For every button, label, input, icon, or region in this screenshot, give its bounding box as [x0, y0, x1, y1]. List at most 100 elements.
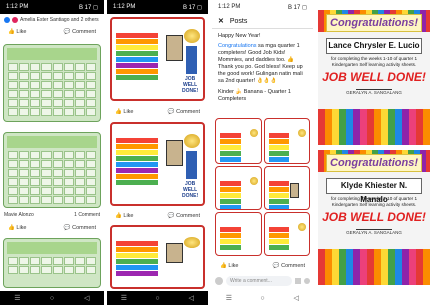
comment-button[interactable]: 💬 Comment	[273, 263, 305, 269]
post-body-text: sa mga quarter 1 completers! Good Job Ki…	[218, 43, 303, 84]
action-row: 👍 Like 💬 Comment	[0, 222, 104, 234]
comment-composer: Write a comment...	[215, 275, 310, 287]
home-icon[interactable]: ○	[150, 295, 164, 302]
camera-icon[interactable]	[215, 277, 223, 285]
status-icons: B 17 ◻	[183, 4, 202, 11]
status-bar: 1:12 PM B 17 ◻	[107, 0, 208, 14]
job-well-done-label: JOB WELL DONE!	[182, 181, 199, 199]
signer-name: GERALYN A. SANGALANG	[346, 230, 402, 235]
report-bars	[116, 138, 158, 186]
gif-icon[interactable]	[295, 278, 301, 284]
reaction-text: Amelia Ester Santiago and 2 others	[20, 17, 99, 23]
report-bars	[220, 227, 241, 251]
crayon-border	[318, 109, 430, 145]
sticker-icon[interactable]	[304, 278, 310, 284]
status-icons: B 17 ◻	[288, 4, 307, 11]
screenshot-panel-3: 1:12 PM B 17 ◻ ✕ Posts Happy New Year! C…	[212, 0, 313, 305]
like-label: Like	[123, 109, 134, 115]
worksheet-image-2[interactable]	[3, 132, 101, 208]
gold-medal-icon	[183, 134, 200, 149]
report-card-image-2[interactable]: JOB WELL DONE!	[110, 122, 205, 206]
status-bar: 1:12 PM B 17 ◻	[0, 0, 104, 14]
reaction-summary[interactable]: Amelia Ester Santiago and 2 others	[0, 14, 104, 26]
report-bars	[269, 227, 290, 251]
android-nav-bar: ☰ ○ ◁	[107, 291, 208, 305]
worksheet-grid	[8, 63, 96, 116]
gold-medal-icon	[249, 177, 258, 185]
back-icon[interactable]: ◁	[289, 294, 303, 302]
worksheet-header	[7, 136, 97, 148]
post-footer: Mavie Alonzo 1 Comment	[0, 212, 104, 218]
worksheet-image-3[interactable]	[3, 238, 101, 288]
like-label: Like	[228, 263, 239, 269]
album-photo-6[interactable]	[264, 212, 310, 256]
android-nav-bar: ☰ ○ ◁	[0, 291, 104, 305]
comment-label: Comment	[176, 213, 200, 219]
recent-apps-icon[interactable]: ☰	[117, 294, 131, 302]
comment-label: Comment	[176, 109, 200, 115]
album-photo-1[interactable]	[215, 118, 262, 164]
action-row: 👍 Like 💬 Comment	[0, 26, 104, 38]
worksheet-grid	[8, 257, 96, 274]
album-photo-2[interactable]	[264, 118, 310, 164]
comment-button[interactable]: 💬 Comment	[168, 213, 200, 219]
action-row: 👍 Like 💬 Comment	[212, 260, 313, 272]
android-nav-bar: ☰ ○ ◁	[212, 291, 313, 305]
certificate-banner: Congratulations!	[326, 154, 422, 172]
student-name: Klyde Khiester N. Manalo	[326, 178, 422, 204]
screenshot-panel-2: 1:12 PM B 17 ◻ JOB WELL DONE! 👍 Like 💬 C…	[107, 0, 208, 305]
home-icon[interactable]: ○	[255, 295, 269, 302]
recent-apps-icon[interactable]: ☰	[10, 294, 24, 302]
certificate-subtitle: for completing the weeks 1-10 of quarter…	[330, 56, 418, 67]
worksheet-image-1[interactable]	[3, 44, 101, 122]
worksheet-header	[7, 242, 97, 254]
job-well-done-label: JOB WELL DONE!	[182, 76, 199, 94]
certificate-2: Congratulations! Klyde Khiester N. Manal…	[318, 150, 430, 285]
report-card-image-1[interactable]: JOB WELL DONE!	[110, 17, 205, 101]
like-label: Like	[123, 213, 134, 219]
album-photo-5[interactable]	[215, 212, 262, 256]
comment-count[interactable]: 1 Comment	[74, 212, 100, 218]
report-bars	[116, 33, 158, 81]
worksheet-grid	[8, 151, 96, 204]
report-card-image-3[interactable]	[110, 225, 205, 289]
comment-button[interactable]: 💬 Comment	[64, 225, 96, 231]
certificate-banner: Congratulations!	[326, 14, 422, 32]
like-button[interactable]: 👍 Like	[115, 109, 133, 115]
recent-apps-icon[interactable]: ☰	[222, 294, 236, 302]
ribbon-icon	[186, 151, 197, 180]
album-photo-3[interactable]	[215, 166, 262, 210]
like-button[interactable]: 👍 Like	[115, 213, 133, 219]
post-highlight: Congratulations	[218, 43, 257, 49]
crayon-border	[318, 249, 430, 285]
posts-header: ✕ Posts	[212, 14, 313, 29]
comment-label: Comment	[72, 225, 96, 231]
status-bar: 1:12 PM B 17 ◻	[212, 0, 313, 14]
comment-label: Comment	[281, 263, 305, 269]
like-reaction-icon	[4, 17, 10, 23]
certificate-subtitle: for completing the weeks 1-10 of quarter…	[330, 196, 418, 207]
like-button[interactable]: 👍 Like	[8, 225, 26, 231]
action-row: 👍 Like 💬 Comment	[107, 106, 208, 118]
certificate-panel: Congratulations! Lance Chrysler E. Lucio…	[318, 0, 430, 305]
like-button[interactable]: 👍 Like	[8, 29, 26, 35]
comment-input[interactable]: Write a comment...	[226, 276, 292, 286]
commenter-name[interactable]: Mavie Alonzo	[4, 212, 34, 218]
close-icon[interactable]: ✕	[218, 17, 224, 25]
album-link[interactable]: Kinder 🍌 Banana - Quarter 1 Completers	[212, 89, 313, 103]
comment-button[interactable]: 💬 Comment	[168, 109, 200, 115]
gold-medal-icon	[249, 129, 258, 137]
album-photo-4[interactable]	[264, 166, 310, 210]
heart-reaction-icon	[12, 17, 18, 23]
comment-button[interactable]: 💬 Comment	[64, 29, 96, 35]
signer-name: GERALYN A. SANGALANG	[346, 90, 402, 95]
home-icon[interactable]: ○	[45, 295, 59, 302]
back-icon[interactable]: ◁	[80, 294, 94, 302]
ribbon-icon	[186, 46, 197, 75]
student-photo	[290, 183, 300, 198]
like-button[interactable]: 👍 Like	[220, 263, 238, 269]
student-photo	[166, 35, 183, 61]
gold-medal-icon	[298, 129, 306, 137]
back-icon[interactable]: ◁	[184, 294, 198, 302]
action-row: 👍 Like 💬 Comment	[107, 210, 208, 222]
